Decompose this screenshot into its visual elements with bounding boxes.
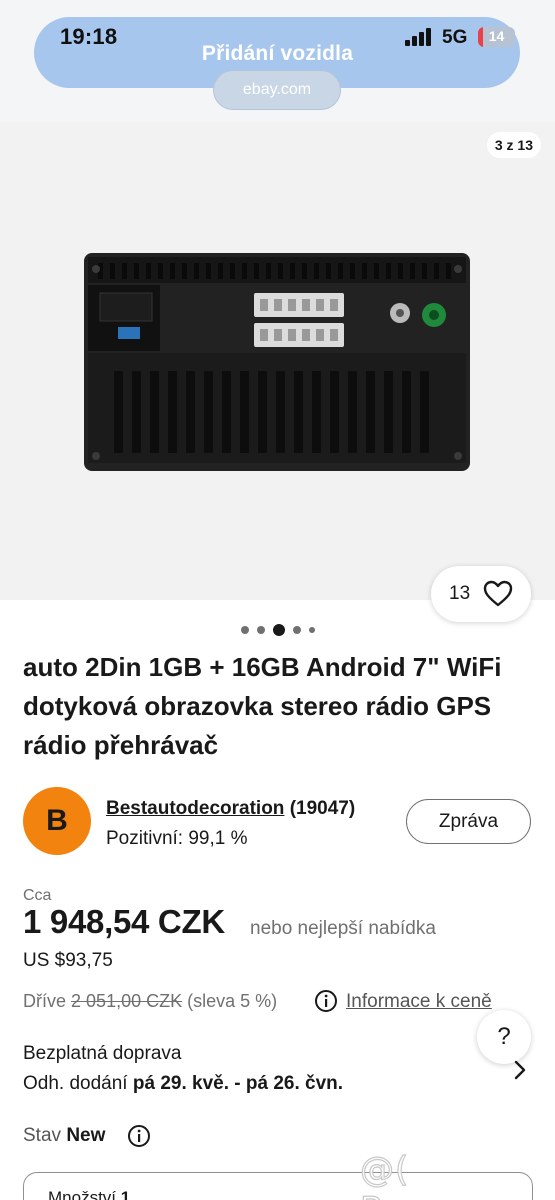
page-title: Přidání vozidla — [201, 42, 354, 65]
was-price-row: Dříve 2 051,00 CZK (sleva 5 %) — [23, 991, 277, 1012]
price-info-link[interactable]: Informace k ceně — [346, 991, 492, 1013]
discount: (sleva 5 %) — [187, 991, 278, 1011]
quantity-text: Množství 1 — [48, 1188, 130, 1200]
seller-name-link[interactable]: Bestautodecoration — [106, 798, 284, 819]
watch-count: 13 — [449, 583, 471, 604]
image-gallery[interactable]: 3 z 13 — [0, 122, 555, 600]
signal-icon — [405, 28, 433, 46]
pagination-dot[interactable] — [308, 626, 315, 633]
seller-avatar[interactable]: B — [23, 787, 91, 855]
seller-feedback-count: (19047) — [289, 798, 356, 819]
browser-header: 19:18 Přidání vozidla ebay.com 5G 14 — [0, 0, 555, 122]
was-amount: 2 051,00 CZK — [71, 991, 183, 1011]
battery-percent: 14 — [488, 28, 505, 44]
pagination-dot[interactable] — [240, 625, 249, 634]
condition-info-icon[interactable] — [127, 1124, 151, 1148]
seller-rating: Pozitivní: 99,1 % — [106, 828, 248, 849]
pagination-dot-active[interactable] — [272, 623, 285, 636]
message-button[interactable]: Zpráva — [406, 799, 531, 844]
price-usd: US $93,75 — [23, 950, 113, 971]
quantity-label: Množství — [48, 1188, 117, 1200]
free-shipping: Bezplatná doprava — [23, 1043, 182, 1064]
condition-label: Stav — [23, 1125, 62, 1146]
ebay-listing-page: 19:18 Přidání vozidla ebay.com 5G 14 3 z… — [0, 0, 555, 1200]
watermark: @( Bazos.cz — [359, 1149, 515, 1200]
network-type: 5G — [442, 27, 468, 48]
gallery-pagination — [0, 621, 555, 636]
delivery-label: Odh. dodání — [23, 1073, 128, 1094]
info-icon[interactable] — [314, 989, 338, 1013]
listing-title: auto 2Din 1GB + 16GB Android 7" WiFi dot… — [23, 652, 502, 760]
was-label: Dříve — [23, 991, 67, 1011]
watch-button[interactable]: 13 — [431, 566, 531, 622]
price: 1 948,54 CZK — [23, 903, 225, 940]
chevron-right-icon[interactable] — [512, 1058, 528, 1082]
image-counter: 3 z 13 — [486, 132, 541, 158]
heart-icon — [483, 580, 513, 607]
delivery-dates: pá 29. kvě. - pá 26. čvn. — [132, 1073, 344, 1094]
condition-row: Stav New — [23, 1125, 105, 1147]
condition-value: New — [66, 1125, 106, 1146]
delivery-estimate: Odh. dodání pá 29. kvě. - pá 26. čvn. — [23, 1073, 343, 1095]
pagination-dot[interactable] — [256, 625, 265, 634]
pagination-dot[interactable] — [292, 625, 301, 634]
product-image[interactable] — [84, 253, 474, 473]
quantity-value: 1 — [120, 1188, 131, 1200]
seller-name[interactable]: Bestautodecoration (19047) — [106, 798, 355, 820]
help-button[interactable]: ? — [477, 1010, 531, 1064]
best-offer-label: nebo nejlepší nabídka — [250, 918, 436, 939]
battery-icon: 14 — [478, 27, 515, 47]
domain-chip[interactable]: ebay.com — [213, 70, 341, 110]
